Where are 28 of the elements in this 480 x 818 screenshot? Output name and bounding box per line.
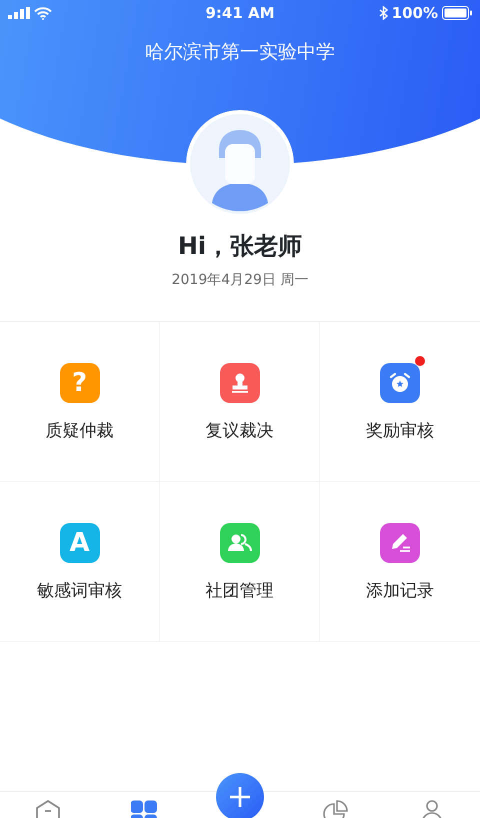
status-time: 9:41 AM [205, 2, 275, 24]
menu-tile[interactable]: A 敏感词审核 [0, 482, 160, 642]
greeting: Hi，张老师 [176, 231, 304, 262]
school-title: 哈尔滨市第一实验中学 [144, 40, 336, 65]
menu-tile[interactable]: 复议裁决 [160, 322, 320, 482]
people-icon [226, 532, 252, 554]
pie-chart-icon [323, 800, 349, 818]
alarm-clock-icon [388, 371, 412, 395]
menu-label: 质疑仲裁 [46, 420, 114, 443]
menu-label: 社团管理 [206, 580, 274, 603]
menu-label: 敏感词审核 [37, 580, 122, 603]
menu-tile[interactable]: 社团管理 [160, 482, 320, 642]
bluetooth-icon [378, 6, 388, 20]
letter-icon: ? [60, 363, 100, 403]
menu-label: 复议裁决 [206, 420, 274, 443]
date-text: 2019年4月29日 周一 [170, 271, 310, 290]
letter-icon: A [60, 523, 100, 563]
grid-icon [131, 800, 157, 818]
menu-tile[interactable]: ? 质疑仲裁 [0, 322, 160, 482]
battery-percent: 100% [392, 2, 438, 24]
menu-label: 奖励审核 [366, 420, 434, 443]
battery-icon [442, 6, 472, 20]
plus-icon [229, 786, 251, 808]
home-icon [35, 800, 61, 818]
add-button[interactable] [216, 773, 264, 818]
wifi-icon [34, 6, 52, 20]
signal-icon [8, 7, 30, 19]
menu-label: 添加记录 [366, 580, 434, 603]
